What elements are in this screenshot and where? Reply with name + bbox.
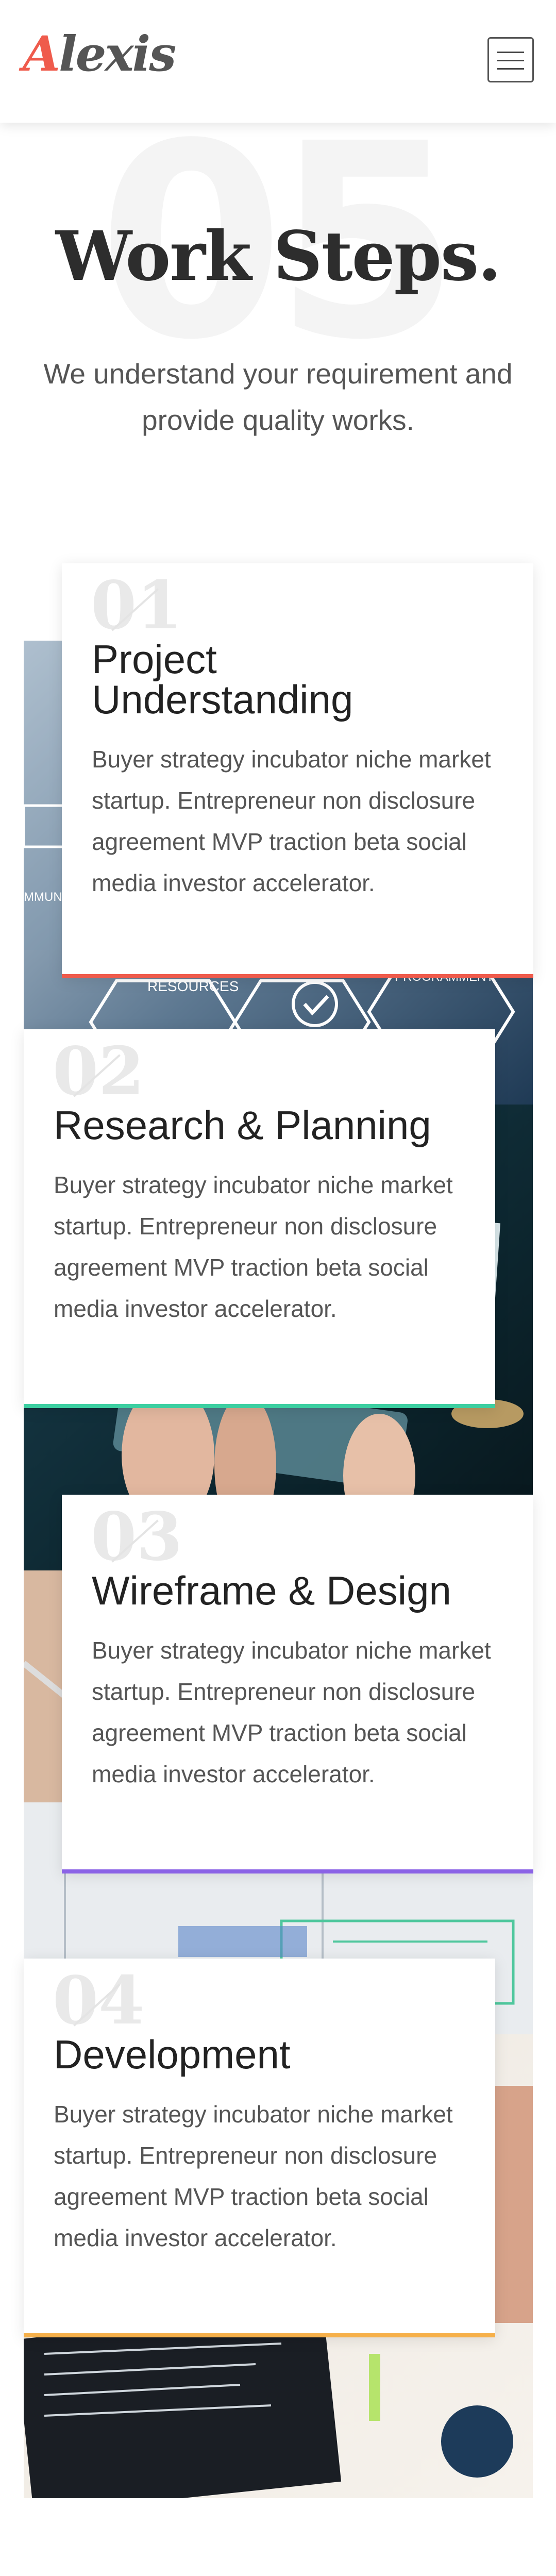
step-title: Wireframe & Design xyxy=(92,1568,451,1613)
step-4-card: 04 Development Buyer strategy incubator … xyxy=(24,1959,495,2337)
step-accent-bar xyxy=(24,1404,495,1408)
step-number: 03 xyxy=(91,1498,183,1576)
hamburger-menu-icon[interactable] xyxy=(487,37,534,82)
step-accent-bar xyxy=(62,974,533,978)
step-title: Research & Planning xyxy=(54,1102,431,1148)
step-number: 04 xyxy=(53,1962,145,2039)
step-3-card: 03 Wireframe & Design Buyer strategy inc… xyxy=(62,1495,533,1874)
step-1-card: 01 Project Understanding Buyer strategy … xyxy=(62,563,533,978)
image-label-resources: RESOURCES xyxy=(147,978,239,994)
step-2-card: 02 Research & Planning Buyer strategy in… xyxy=(24,1029,495,1408)
step-description: Buyer strategy incubator niche market st… xyxy=(54,2101,453,2251)
site-logo[interactable]: Alexis xyxy=(23,30,176,78)
step-description: Buyer strategy incubator niche market st… xyxy=(54,1172,453,1322)
step-number: 01 xyxy=(91,567,183,644)
section-subtitle: We understand your requirement and provi… xyxy=(43,358,513,436)
step-description: Buyer strategy incubator niche market st… xyxy=(92,1637,491,1787)
step-accent-bar xyxy=(62,1869,533,1874)
step-number: 02 xyxy=(53,1033,145,1110)
step-description: Buyer strategy incubator niche market st… xyxy=(92,746,491,896)
image-label-mmuni: MMUNI xyxy=(24,890,65,904)
step-title: Development xyxy=(54,2032,291,2077)
section-title: Work Steps. xyxy=(55,216,501,296)
step-title: Project Understanding xyxy=(92,637,353,722)
step-accent-bar xyxy=(24,2333,495,2337)
site-header: Alexis xyxy=(0,0,556,123)
